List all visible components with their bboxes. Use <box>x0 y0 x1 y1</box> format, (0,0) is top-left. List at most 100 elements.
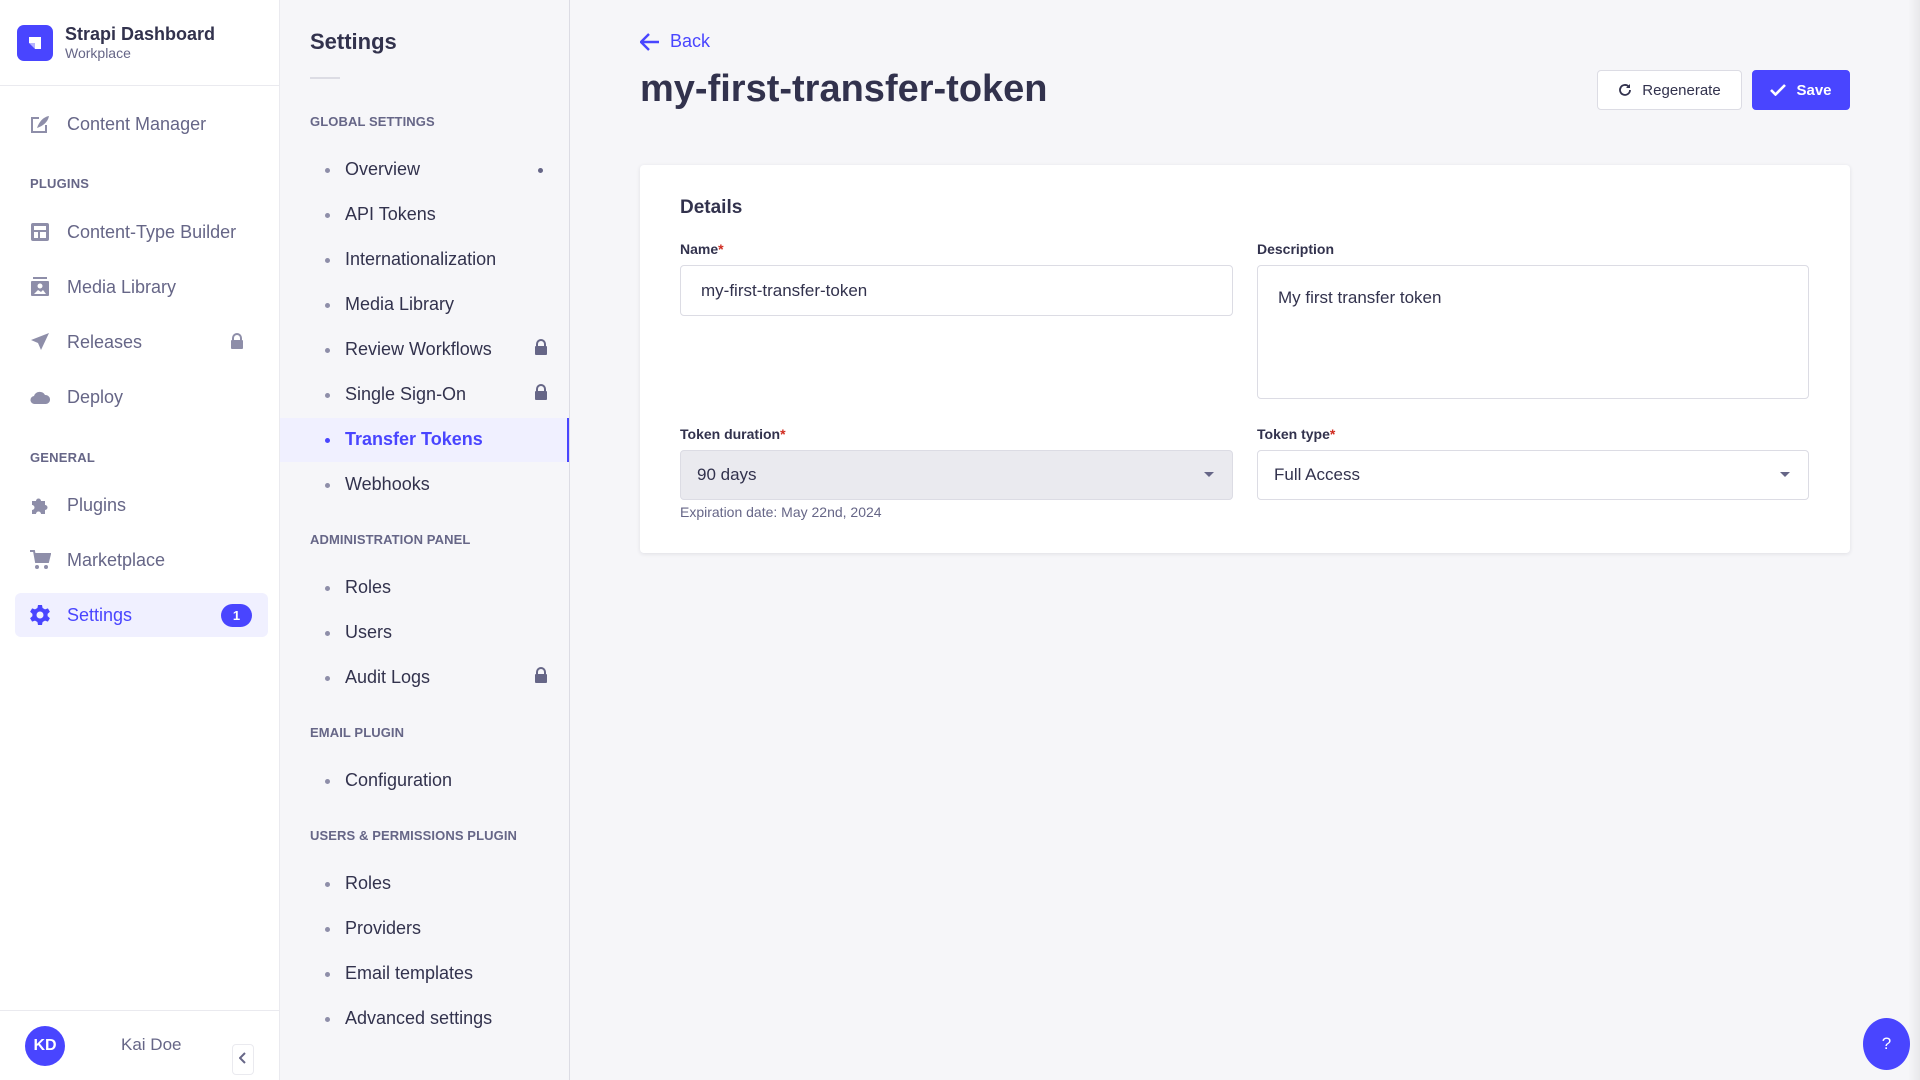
cart-icon <box>29 549 51 571</box>
subnav-item-label: Roles <box>345 873 392 893</box>
subnav-item-label: Email templates <box>345 963 474 983</box>
bullet-icon <box>325 303 330 308</box>
caret-down-icon <box>1204 472 1214 477</box>
bullet-icon <box>325 676 330 681</box>
nav-item-label: Deploy <box>67 386 124 407</box>
section-administration-panel: ADMINISTRATION PANEL <box>310 532 471 547</box>
layout-icon <box>29 221 51 243</box>
nav-item-deploy[interactable]: Deploy <box>15 375 268 419</box>
nav-item-label: Settings <box>67 604 133 625</box>
check-icon <box>1770 84 1787 96</box>
subnav-item-review-workflows[interactable]: Review Workflows <box>280 328 569 372</box>
subnav-item-label: Transfer Tokens <box>345 429 483 449</box>
regenerate-button[interactable]: Regenerate <box>1597 70 1742 110</box>
bullet-icon <box>325 927 330 932</box>
back-link[interactable]: Back <box>640 31 710 52</box>
required-mark: * <box>1329 426 1336 442</box>
subnav-item-providers[interactable]: Providers <box>280 907 569 951</box>
puzzle-icon <box>29 494 51 516</box>
arrow-left-icon <box>640 32 660 51</box>
nav-item-content-type-builder[interactable]: Content-Type Builder <box>15 210 268 254</box>
subnav-item-up-roles[interactable]: Roles <box>280 862 569 906</box>
subnav-item-webhooks[interactable]: Webhooks <box>280 463 569 507</box>
user-name[interactable]: Kai Doe <box>121 1035 181 1055</box>
name-label-text: Name <box>680 241 719 257</box>
nav-item-releases[interactable]: Releases <box>15 320 268 364</box>
notification-dot-icon <box>538 168 543 173</box>
name-input[interactable]: my-first-transfer-token <box>680 265 1233 316</box>
subnav-item-label: Review Workflows <box>345 339 492 359</box>
nav-item-settings[interactable]: Settings 1 <box>15 593 268 637</box>
subnav-item-label: Single Sign-On <box>345 384 467 404</box>
regenerate-label: Regenerate <box>1642 81 1721 99</box>
page-title: my-first-transfer-token <box>640 68 1048 110</box>
help-button[interactable]: ? <box>1863 1018 1910 1070</box>
subnav-item-label: Providers <box>345 918 422 938</box>
subnav-item-label: Roles <box>345 577 392 597</box>
token-duration-label: Token duration* <box>680 426 786 442</box>
section-general: GENERAL <box>30 450 95 465</box>
token-duration-value: 90 days <box>697 465 757 484</box>
token-type-value: Full Access <box>1274 465 1360 484</box>
image-icon <box>29 276 51 298</box>
subnav-item-label: Advanced settings <box>345 1008 493 1028</box>
main-navigation: Strapi Dashboard Workplace Content Manag… <box>0 0 280 1080</box>
subnav-item-configuration[interactable]: Configuration <box>280 759 569 803</box>
subnav-title: Settings <box>310 29 397 54</box>
subnav-item-label: Users <box>345 622 393 642</box>
bullet-icon <box>325 438 330 443</box>
bullet-icon <box>325 972 330 977</box>
subnav-item-label: Configuration <box>345 770 453 790</box>
brand-subtitle: Workplace <box>65 44 131 61</box>
section-email-plugin: EMAIL PLUGIN <box>310 725 405 740</box>
description-textarea[interactable]: My first transfer token <box>1257 265 1809 399</box>
subnav-item-audit-logs[interactable]: Audit Logs <box>280 656 569 700</box>
save-button[interactable]: Save <box>1752 70 1850 110</box>
nav-item-plugins[interactable]: Plugins <box>15 483 268 527</box>
required-mark: * <box>780 426 786 442</box>
token-duration-label-text: Token duration <box>680 426 781 442</box>
subnav-item-users[interactable]: Users <box>280 611 569 655</box>
cloud-icon <box>29 386 51 408</box>
subnav-item-api-tokens[interactable]: API Tokens <box>280 193 569 237</box>
bullet-icon <box>325 168 330 173</box>
subnav-item-label: Internationalization <box>345 249 497 269</box>
subnav-item-label: Webhooks <box>345 474 430 494</box>
bullet-icon <box>325 586 330 591</box>
subnav-item-media-library[interactable]: Media Library <box>280 283 569 327</box>
lock-icon <box>230 333 244 354</box>
section-users-permissions-plugin: USERS & PERMISSIONS PLUGIN <box>310 828 518 843</box>
bullet-icon <box>325 1017 330 1022</box>
subnav-item-email-templates[interactable]: Email templates <box>280 952 569 996</box>
subnav-item-internationalization[interactable]: Internationalization <box>280 238 569 282</box>
subnav-item-single-sign-on[interactable]: Single Sign-On <box>280 373 569 417</box>
nav-item-label: Marketplace <box>67 549 166 570</box>
lock-icon <box>534 667 548 688</box>
section-global-settings: GLOBAL SETTINGS <box>310 114 435 129</box>
nav-item-media-library[interactable]: Media Library <box>15 265 268 309</box>
nav-item-marketplace[interactable]: Marketplace <box>15 538 268 582</box>
bullet-icon <box>325 483 330 488</box>
scrollbar-edge <box>1908 0 1920 1080</box>
paper-plane-icon <box>29 331 51 353</box>
token-type-label-text: Token type <box>1257 426 1330 442</box>
subnav-item-overview[interactable]: Overview <box>280 148 569 192</box>
strapi-logo-icon <box>17 24 53 61</box>
nav-item-content-manager[interactable]: Content Manager <box>15 102 268 146</box>
section-plugins: PLUGINS <box>30 176 90 191</box>
subnav-item-roles[interactable]: Roles <box>280 566 569 610</box>
token-type-select[interactable]: Full Access <box>1257 450 1809 500</box>
collapse-nav-button[interactable] <box>232 1044 254 1075</box>
subnav-item-transfer-tokens[interactable]: Transfer Tokens <box>280 418 569 462</box>
brand-title: Strapi Dashboard <box>65 23 216 44</box>
save-label: Save <box>1796 81 1832 99</box>
brand-header: Strapi Dashboard Workplace <box>0 0 279 86</box>
lock-icon <box>534 384 548 405</box>
token-duration-select[interactable]: 90 days <box>680 450 1233 500</box>
avatar[interactable]: KD <box>25 1026 65 1066</box>
subnav-item-advanced-settings[interactable]: Advanced settings <box>280 997 569 1041</box>
feather-icon <box>29 113 51 135</box>
bullet-icon <box>325 631 330 636</box>
name-label: Name* <box>680 241 724 257</box>
details-card: Details Name* my-first-transfer-token De… <box>640 165 1850 553</box>
